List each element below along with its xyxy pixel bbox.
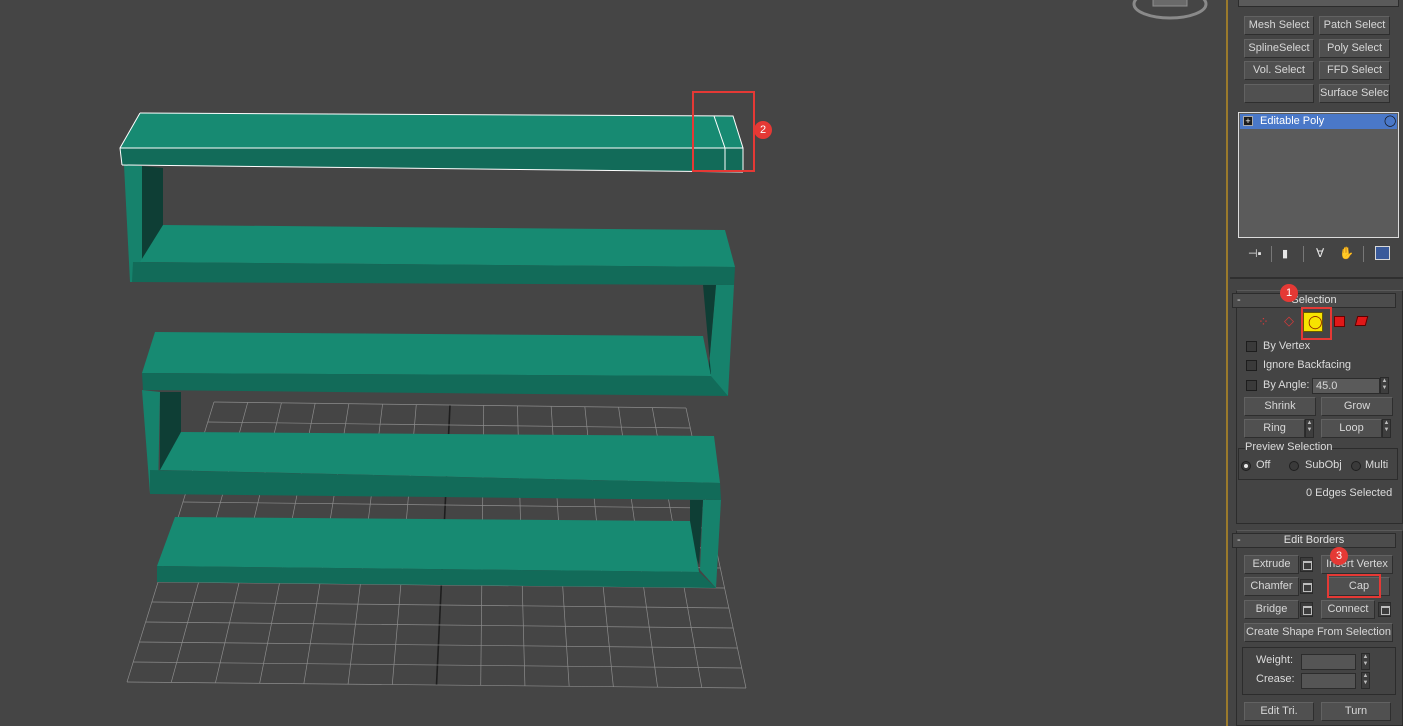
modifier-list-dropdown[interactable] [1238, 0, 1399, 7]
loop-spinner[interactable]: ▲ ▼ [1382, 419, 1391, 438]
ring-button[interactable]: Ring [1244, 419, 1305, 438]
edit-tri-button[interactable]: Edit Tri. [1244, 702, 1314, 721]
extrude-settings-button[interactable] [1300, 557, 1313, 572]
ignore-backfacing-label: Ignore Backfacing [1263, 359, 1352, 371]
ring-spinner[interactable]: ▲ ▼ [1305, 419, 1314, 438]
angle-field[interactable]: 45.0 [1312, 378, 1380, 394]
preview-selection-title: Preview Selection [1245, 441, 1333, 453]
configure-sets-icon[interactable] [1375, 246, 1390, 260]
edit-borders-rollout-header[interactable]: - Edit Borders [1232, 533, 1396, 548]
ignore-backfacing-checkbox[interactable] [1246, 360, 1257, 371]
edge-mode-icon[interactable]: ◇ [1284, 313, 1294, 329]
empty-set-button[interactable] [1244, 84, 1314, 103]
create-shape-button[interactable]: Create Shape From Selection [1244, 623, 1393, 642]
selection-status: 0 Edges Selected [1306, 487, 1393, 499]
highlight-box-2 [692, 91, 755, 172]
preview-multi-radio[interactable] [1351, 461, 1361, 471]
surface-select-button[interactable]: Surface Select [1319, 84, 1390, 103]
annotation-badge-2: 2 [754, 121, 772, 139]
toolbar-divider [1303, 246, 1304, 262]
vertex-mode-icon[interactable]: ⁘ [1258, 314, 1269, 330]
toolbar-divider [1271, 246, 1272, 262]
pin-stack-icon[interactable]: ⊣▪ [1248, 247, 1261, 260]
bridge-button[interactable]: Bridge [1244, 600, 1299, 619]
crease-label: Crease: [1256, 673, 1295, 685]
by-angle-label: By Angle: [1263, 379, 1310, 391]
ffd-select-button[interactable]: FFD Select [1319, 61, 1390, 80]
preview-subobj-radio[interactable] [1289, 461, 1299, 471]
selection-rollout-header[interactable]: - Selection [1232, 293, 1396, 308]
grow-button[interactable]: Grow [1321, 397, 1393, 416]
shelf-model[interactable] [119, 112, 744, 588]
modifier-stack-list[interactable]: + Editable Poly ◯ [1238, 112, 1399, 238]
extrude-button[interactable]: Extrude [1244, 555, 1299, 574]
highlight-box-3 [1327, 574, 1381, 598]
preview-multi-label: Multi [1365, 459, 1389, 471]
border-mode-indicator-icon: ◯ [1384, 115, 1397, 127]
crease-field[interactable] [1301, 673, 1356, 689]
selection-title: Selection [1291, 294, 1337, 306]
patch-select-button[interactable]: Patch Select [1319, 16, 1390, 35]
turn-button[interactable]: Turn [1321, 702, 1391, 721]
vol-select-button[interactable]: Vol. Select [1244, 61, 1314, 80]
bridge-settings-button[interactable] [1300, 602, 1313, 617]
make-unique-icon[interactable]: ∀ [1316, 246, 1324, 260]
command-panel: Mesh Select Patch Select SplineSelect Po… [1228, 0, 1403, 726]
connect-settings-button[interactable] [1378, 602, 1391, 617]
scene-canvas[interactable] [0, 0, 1226, 726]
weight-label: Weight: [1256, 654, 1294, 666]
by-vertex-checkbox[interactable] [1246, 341, 1257, 352]
spline-select-button[interactable]: SplineSelect [1244, 39, 1314, 58]
annotation-badge-3: 3 [1330, 547, 1348, 565]
perspective-viewport[interactable]: 2 [0, 0, 1226, 726]
polygon-mode-icon[interactable] [1334, 316, 1345, 327]
annotation-badge-1: 1 [1280, 284, 1298, 302]
crease-spinner[interactable]: ▲ ▼ [1361, 672, 1370, 689]
panel-separator [1230, 277, 1403, 279]
preview-subobj-label: SubObj [1305, 459, 1342, 471]
poly-select-button[interactable]: Poly Select [1319, 39, 1390, 58]
viewcube-icon[interactable] [1132, 0, 1208, 20]
preview-off-radio[interactable] [1241, 461, 1251, 471]
chamfer-settings-button[interactable] [1300, 579, 1313, 594]
loop-button[interactable]: Loop [1321, 419, 1382, 438]
stack-toolbar: ⊣▪ ▮ ∀ ✋ [1238, 246, 1399, 264]
edit-borders-title: Edit Borders [1283, 534, 1345, 546]
toolbar-divider [1363, 246, 1364, 262]
stack-item-label: Editable Poly [1260, 115, 1325, 127]
weight-spinner[interactable]: ▲ ▼ [1361, 653, 1370, 670]
preview-off-label: Off [1256, 459, 1271, 471]
weight-field[interactable] [1301, 654, 1356, 670]
mesh-select-button[interactable]: Mesh Select [1244, 16, 1314, 35]
expand-plus-icon[interactable]: + [1243, 116, 1253, 126]
shrink-button[interactable]: Shrink [1244, 397, 1316, 416]
by-angle-checkbox[interactable] [1246, 380, 1257, 391]
connect-button[interactable]: Connect [1321, 600, 1375, 619]
stack-item-editable-poly[interactable]: + Editable Poly ◯ [1240, 114, 1397, 129]
highlight-box-1 [1301, 307, 1332, 340]
angle-spinner[interactable]: ▲ ▼ [1380, 377, 1389, 394]
remove-modifier-icon[interactable]: ✋ [1339, 246, 1354, 260]
chamfer-button[interactable]: Chamfer [1244, 577, 1299, 596]
by-vertex-label: By Vertex [1263, 340, 1311, 352]
show-end-result-icon[interactable]: ▮ [1282, 247, 1288, 260]
